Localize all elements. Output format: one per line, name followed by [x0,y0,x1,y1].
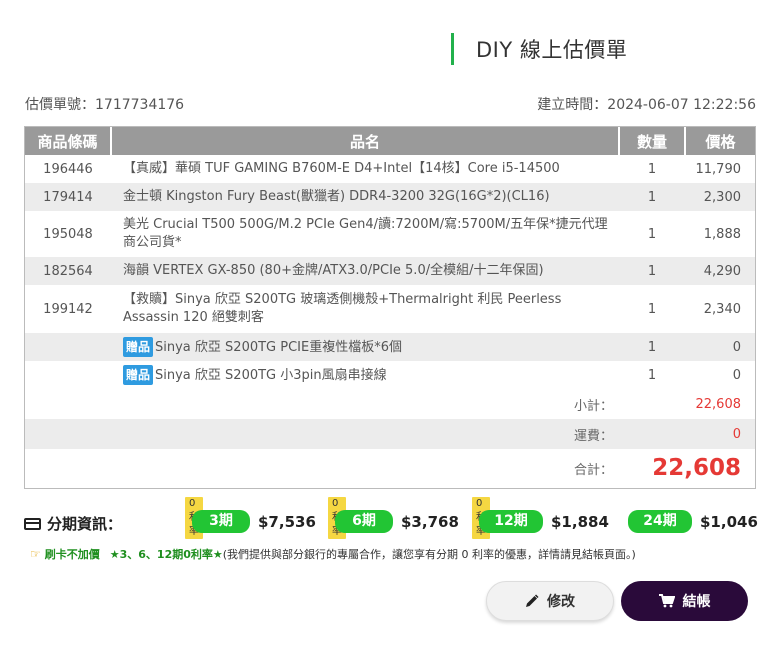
total-value: 22,608 [619,449,755,487]
gift-code [25,361,111,389]
edit-button[interactable]: 修改 [486,581,614,621]
pointing-hand-icon: ☞ [30,547,41,561]
header-price: 價格 [685,127,755,155]
gift-badge: 贈品 [123,337,154,357]
checkout-button[interactable]: 結帳 [621,581,748,621]
gift-badge: 贈品 [123,365,154,385]
gift-qty: 1 [619,333,685,361]
gift-row: 贈品 Sinya 欣亞 S200TG PCIE重複性檔板*6個 1 0 [25,333,755,361]
gift-name: Sinya 欣亞 S200TG PCIE重複性檔板*6個 [155,340,402,355]
row-price: 2,300 [685,183,755,211]
row-name: 海韻 VERTEX GX-850 (80+金牌/ATX3.0/PCIe 5.0/… [111,257,619,285]
gift-qty: 1 [619,361,685,389]
page-title-wrap: DIY 線上估價單 [451,33,627,65]
row-qty: 1 [619,155,685,183]
table-row: 196446 【真威】華碩 TUF GAMING B760M-E D4+Inte… [25,155,755,183]
total-label: 合計： [25,449,619,487]
table-row: 182564 海韻 VERTEX GX-850 (80+金牌/ATX3.0/PC… [25,257,755,285]
row-name: 金士頓 Kingston Fury Beast(獸獵者) DDR4-3200 3… [111,183,619,211]
order-number: 估價單號：1717734176 [25,97,185,113]
installment-label-wrap: 分期資訊： [24,513,122,534]
period-pill: 12期 [479,510,543,533]
row-price: 11,790 [685,155,755,183]
row-qty: 1 [619,183,685,211]
row-qty: 1 [619,257,685,285]
gift-code [25,333,111,361]
title-accent-bar [451,33,454,65]
row-price: 2,340 [685,285,755,333]
row-name: 【救贖】Sinya 欣亞 S200TG 玻璃透側機殼+Thermalright … [111,285,619,333]
row-price: 4,290 [685,257,755,285]
header-qty: 數量 [619,127,686,155]
row-code: 195048 [25,211,111,257]
gift-price: 0 [685,333,755,361]
table-row: 179414 金士頓 Kingston Fury Beast(獸獵者) DDR4… [25,183,755,211]
installment-amount: $7,536 [258,513,316,531]
subtotal-row: 小計： 22,608 [25,389,755,419]
installment-notice: ☞ 刷卡不加價 ★3、6、12期0利率★ (我們提供與部分銀行的專屬合作，讓您享… [30,546,636,562]
gift-price: 0 [685,361,755,389]
row-code: 199142 [25,285,111,333]
header-code: 商品條碼 [25,127,112,155]
row-name: 【真威】華碩 TUF GAMING B760M-E D4+Intel【14核】C… [111,155,619,183]
gift-name-cell: 贈品 Sinya 欣亞 S200TG 小3pin風扇串接線 [111,361,619,389]
shipping-value: 0 [619,419,755,449]
row-code: 182564 [25,257,111,285]
pencil-icon [525,594,539,608]
shipping-label: 運費： [25,419,619,449]
total-row: 合計： 22,608 [25,449,755,487]
gift-row: 贈品 Sinya 欣亞 S200TG 小3pin風扇串接線 1 0 [25,361,755,389]
row-code: 179414 [25,183,111,211]
table-row: 195048 美光 Crucial T500 500G/M.2 PCIe Gen… [25,211,755,257]
row-price: 1,888 [685,211,755,257]
checkout-button-label: 結帳 [682,594,711,610]
zero-interest-highlight: ★3、6、12期0利率★ [109,548,223,561]
table-row: 199142 【救贖】Sinya 欣亞 S200TG 玻璃透側機殼+Therma… [25,285,755,333]
installment-amount: $1,884 [551,513,609,531]
installment-amount: $3,768 [401,513,459,531]
notice-text: (我們提供與部分銀行的專屬合作，讓您享有分期 0 利率的優惠，詳情請見結帳頁面。… [222,548,636,561]
row-name: 美光 Crucial T500 500G/M.2 PCIe Gen4/讀:720… [111,211,619,257]
subtotal-value: 22,608 [619,389,755,419]
installment-label: 分期資訊： [47,515,123,533]
page-title: DIY 線上估價單 [476,38,628,62]
row-qty: 1 [619,285,685,333]
period-pill: 6期 [335,510,393,533]
shipping-row: 運費： 0 [25,419,755,449]
row-qty: 1 [619,211,685,257]
period-pill: 24期 [628,510,692,533]
quote-table: 商品條碼 品名 數量 價格 196446 【真威】華碩 TUF GAMING B… [25,127,755,487]
installment-section: 分期資訊： 0利率 3期 $7,536 0利率 6期 $3,768 0利率 12… [24,497,758,539]
no-fee-text: 刷卡不加價 [44,548,100,561]
subtotal-label: 小計： [25,389,619,419]
gift-name: Sinya 欣亞 S200TG 小3pin風扇串接線 [155,368,387,383]
cart-icon [658,594,675,608]
installment-amount: $1,046 [700,513,758,531]
created-time: 建立時間：2024-06-07 12:22:56 [537,97,756,113]
credit-card-icon [24,517,41,530]
table-header-row: 商品條碼 品名 數量 價格 [25,127,755,155]
row-code: 196446 [25,155,111,183]
gift-name-cell: 贈品 Sinya 欣亞 S200TG PCIE重複性檔板*6個 [111,333,619,361]
quote-table-container: 商品條碼 品名 數量 價格 196446 【真威】華碩 TUF GAMING B… [24,126,756,489]
edit-button-label: 修改 [547,594,575,610]
period-pill: 3期 [192,510,250,533]
header-name: 品名 [111,127,620,155]
